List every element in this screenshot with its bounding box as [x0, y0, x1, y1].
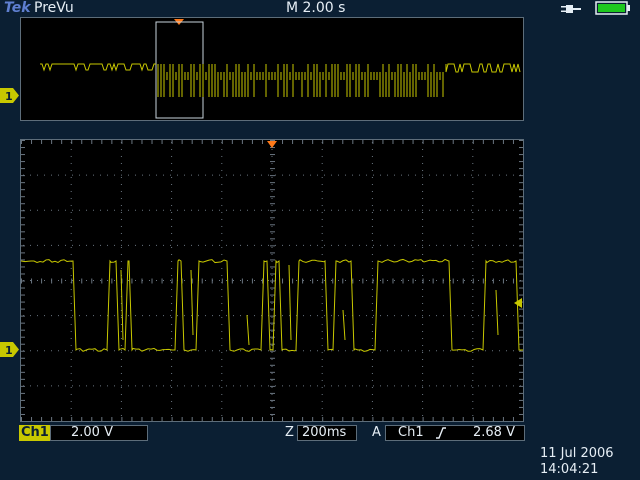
readout-bar: Ch1 2.00 V Z 200ms A Ch1 2.68 V	[0, 423, 640, 443]
trigger-mode-label: A	[372, 425, 381, 440]
zoom-value-text: 200ms	[302, 425, 347, 440]
rising-edge-icon	[436, 427, 446, 439]
date-readout: 11 Jul 2006	[540, 446, 614, 461]
trace-glitch	[342, 309, 346, 341]
status-header: Tek PreVu M 2.00 s	[0, 0, 640, 17]
overview-trace-pre	[40, 62, 156, 72]
svg-text:1: 1	[5, 344, 13, 357]
channel-scale: 2.00 V	[50, 425, 148, 441]
timebase-readout: M 2.00 s	[286, 0, 346, 16]
trigger-readout: Ch1 2.68 V	[385, 425, 525, 441]
svg-text:1: 1	[5, 90, 13, 103]
zoom-value: 200ms	[297, 425, 357, 441]
overview-waveform	[40, 19, 521, 119]
overview-trace-post	[445, 63, 521, 73]
zoom-label: Z	[285, 425, 294, 440]
record-overview[interactable]	[20, 17, 524, 121]
trigger-position-icon	[267, 141, 277, 148]
trace-glitch	[246, 314, 250, 346]
trace-glitch	[288, 264, 292, 341]
overview-ch1-marker: 1	[0, 88, 19, 103]
trigger-level: 2.68 V	[473, 425, 515, 440]
trigger-source: Ch1	[398, 425, 424, 440]
battery-icon	[595, 1, 630, 15]
channel-scale-value: 2.00 V	[71, 425, 113, 440]
overview-trace-burst	[157, 64, 444, 97]
channel-label[interactable]: Ch1	[19, 425, 51, 441]
time-readout: 14:04:21	[540, 462, 599, 477]
acquisition-mode: PreVu	[34, 0, 74, 16]
ac-power-icon	[561, 5, 581, 13]
main-ch1-marker: 1	[0, 342, 19, 357]
main-waveform	[21, 140, 523, 421]
trace-glitch	[495, 289, 499, 336]
waveform-display[interactable]	[20, 139, 524, 422]
brand-logo: Tek	[4, 0, 31, 16]
graticule	[21, 140, 523, 421]
